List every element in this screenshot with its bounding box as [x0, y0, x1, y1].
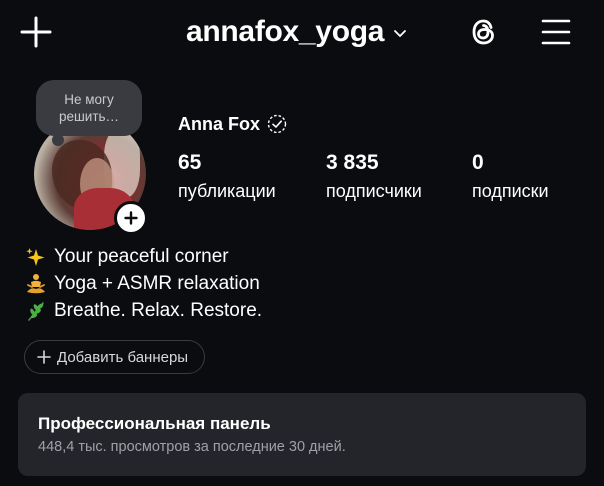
stat-following-value: 0: [472, 151, 484, 174]
menu-button[interactable]: [540, 16, 572, 48]
plus-icon: [20, 16, 52, 48]
account-switcher[interactable]: annafox_yoga: [186, 12, 408, 52]
bio-text: Your peaceful corner: [54, 246, 229, 267]
stat-followers-value: 3 835: [326, 151, 379, 174]
chevron-down-icon: [394, 30, 407, 37]
threads-button[interactable]: [466, 14, 502, 50]
person-lotus-icon: [24, 273, 48, 295]
plus-icon: [124, 211, 138, 225]
sparkles-icon: [24, 246, 48, 268]
stat-posts[interactable]: 65 публикации: [178, 150, 276, 206]
note-bubble[interactable]: Не могу решить…: [36, 80, 142, 136]
plus-icon: [37, 350, 51, 364]
threads-icon: [472, 19, 494, 45]
stat-followers-label: подписчики: [326, 181, 422, 201]
hamburger-menu-icon: [541, 19, 571, 45]
stat-following[interactable]: 0 подписки: [472, 150, 549, 206]
display-name-row: Anna Fox: [178, 112, 288, 136]
top-bar: annafox_yoga: [0, 0, 604, 66]
username: annafox_yoga: [186, 15, 385, 48]
bio-line: Yoga + ASMR relaxation: [24, 270, 262, 297]
stat-posts-label: публикации: [178, 181, 276, 201]
professional-dashboard-subtitle: 448,4 тыс. просмотров за последние 30 дн…: [38, 439, 346, 455]
bio-text: Breathe. Relax. Restore.: [54, 300, 263, 321]
bio-line: Your peaceful corner: [24, 243, 262, 270]
herb-icon: [24, 300, 48, 322]
note-text: Не могу решить…: [58, 92, 120, 124]
bio-line: Breathe. Relax. Restore.: [24, 297, 262, 324]
profile-bio: Your peaceful corner Yoga + ASMR relaxat…: [24, 243, 262, 324]
stat-following-label: подписки: [472, 181, 549, 201]
display-name: Anna Fox: [178, 113, 261, 134]
professional-dashboard-title: Профессиональная панель: [38, 414, 271, 433]
new-post-button[interactable]: [18, 14, 54, 50]
stat-posts-value: 65: [178, 151, 202, 174]
bio-text: Yoga + ASMR relaxation: [54, 273, 260, 294]
professional-dashboard-card[interactable]: Профессиональная панель 448,4 тыс. просм…: [18, 393, 586, 476]
profile-screen: annafox_yoga Не могу решить… Anna Fox 65…: [0, 0, 604, 486]
add-banners-label: Добавить баннеры: [57, 348, 189, 366]
add-banners-button[interactable]: Добавить баннеры: [24, 340, 206, 374]
dashed-check-badge-icon[interactable]: [266, 113, 288, 135]
add-story-button[interactable]: [114, 201, 148, 235]
stat-followers[interactable]: 3 835 подписчики: [326, 150, 422, 206]
